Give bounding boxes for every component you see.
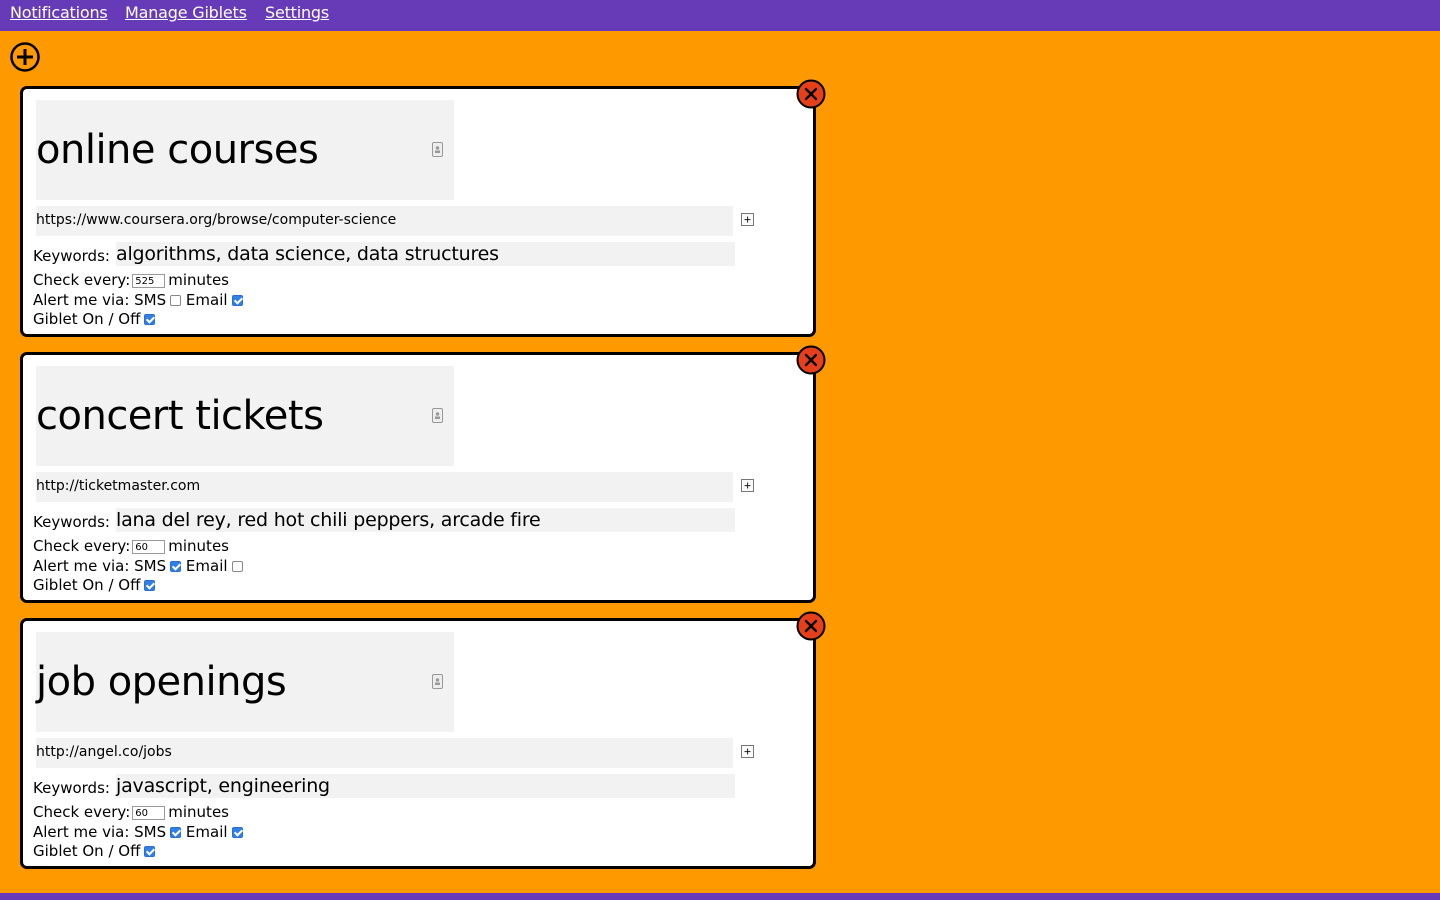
footer-bar: [0, 893, 1440, 900]
sms-checkbox[interactable]: [170, 561, 182, 572]
nav-settings-link[interactable]: Settings: [265, 3, 329, 22]
on-off-label: Giblet On / Off: [33, 310, 141, 328]
email-checkbox[interactable]: [231, 295, 243, 306]
giblet-title-field[interactable]: concert tickets: [36, 366, 454, 466]
check-interval-row: Check every: 60 minutes: [33, 803, 229, 822]
alert-row: Alert me via: SMS Email: [33, 557, 243, 576]
interval-input[interactable]: 60: [132, 805, 166, 820]
add-url-icon[interactable]: [741, 213, 754, 226]
giblet-card: concert tickets http://ticketmaster.com …: [20, 352, 816, 603]
check-every-label: Check every:: [33, 537, 131, 555]
giblet-card: job openings http://angel.co/jobs Keywor…: [20, 618, 816, 869]
enabled-checkbox[interactable]: [144, 580, 156, 591]
keywords-value: javascript, engineering: [116, 775, 330, 797]
alert-row: Alert me via: SMS Email: [33, 291, 243, 310]
add-url-icon[interactable]: [741, 479, 754, 492]
on-off-label: Giblet On / Off: [33, 842, 141, 860]
minutes-label: minutes: [168, 803, 229, 821]
giblet-url-field[interactable]: http://angel.co/jobs: [36, 738, 733, 768]
keywords-field[interactable]: javascript, engineering: [116, 774, 735, 798]
add-giblet-icon[interactable]: [10, 42, 40, 72]
keywords-value: lana del rey, red hot chili peppers, arc…: [116, 509, 541, 531]
keywords-field[interactable]: algorithms, data science, data structure…: [116, 242, 735, 266]
giblet-title-field[interactable]: job openings: [36, 632, 454, 732]
top-nav: Notifications Manage Giblets Settings: [0, 0, 1440, 31]
email-checkbox[interactable]: [231, 561, 243, 572]
giblet-title: job openings: [36, 659, 287, 705]
giblet-card: online courses https://www.coursera.org/…: [20, 86, 816, 337]
toggle-row: Giblet On / Off: [33, 310, 156, 329]
delete-giblet-icon[interactable]: [796, 611, 826, 641]
edit-contact-icon[interactable]: [432, 142, 443, 157]
email-label: Email: [185, 557, 228, 575]
toggle-row: Giblet On / Off: [33, 576, 156, 595]
sms-checkbox[interactable]: [170, 827, 182, 838]
giblet-url-field[interactable]: https://www.coursera.org/browse/computer…: [36, 206, 733, 236]
keywords-field[interactable]: lana del rey, red hot chili peppers, arc…: [116, 508, 735, 532]
keywords-label: Keywords:: [33, 513, 110, 531]
edit-contact-icon[interactable]: [432, 408, 443, 423]
keywords-value: algorithms, data science, data structure…: [116, 243, 499, 265]
check-interval-row: Check every: 60 minutes: [33, 537, 229, 556]
on-off-label: Giblet On / Off: [33, 576, 141, 594]
alert-via-label: Alert me via: SMS: [33, 557, 167, 575]
giblet-url: http://ticketmaster.com: [36, 478, 201, 494]
check-every-label: Check every:: [33, 271, 131, 289]
enabled-checkbox[interactable]: [144, 846, 156, 857]
giblet-title-field[interactable]: online courses: [36, 100, 454, 200]
sms-checkbox[interactable]: [170, 295, 182, 306]
giblet-title: concert tickets: [36, 393, 324, 439]
giblet-title: online courses: [36, 127, 319, 173]
check-interval-row: Check every: 525 minutes: [33, 271, 229, 290]
giblet-url: http://angel.co/jobs: [36, 744, 172, 760]
delete-giblet-icon[interactable]: [796, 79, 826, 109]
check-every-label: Check every:: [33, 803, 131, 821]
interval-input[interactable]: 60: [132, 539, 166, 554]
alert-via-label: Alert me via: SMS: [33, 291, 167, 309]
add-url-icon[interactable]: [741, 745, 754, 758]
email-label: Email: [185, 291, 228, 309]
giblet-url-field[interactable]: http://ticketmaster.com: [36, 472, 733, 502]
interval-input[interactable]: 525: [132, 273, 166, 288]
keywords-label: Keywords:: [33, 779, 110, 797]
giblet-url: https://www.coursera.org/browse/computer…: [36, 212, 397, 228]
toggle-row: Giblet On / Off: [33, 842, 156, 861]
alert-row: Alert me via: SMS Email: [33, 823, 243, 842]
keywords-label: Keywords:: [33, 247, 110, 265]
edit-contact-icon[interactable]: [432, 674, 443, 689]
nav-manage-giblets-link[interactable]: Manage Giblets: [125, 3, 247, 22]
minutes-label: minutes: [168, 537, 229, 555]
nav-notifications-link[interactable]: Notifications: [10, 3, 108, 22]
enabled-checkbox[interactable]: [144, 314, 156, 325]
email-checkbox[interactable]: [231, 827, 243, 838]
alert-via-label: Alert me via: SMS: [33, 823, 167, 841]
email-label: Email: [185, 823, 228, 841]
delete-giblet-icon[interactable]: [796, 345, 826, 375]
minutes-label: minutes: [168, 271, 229, 289]
